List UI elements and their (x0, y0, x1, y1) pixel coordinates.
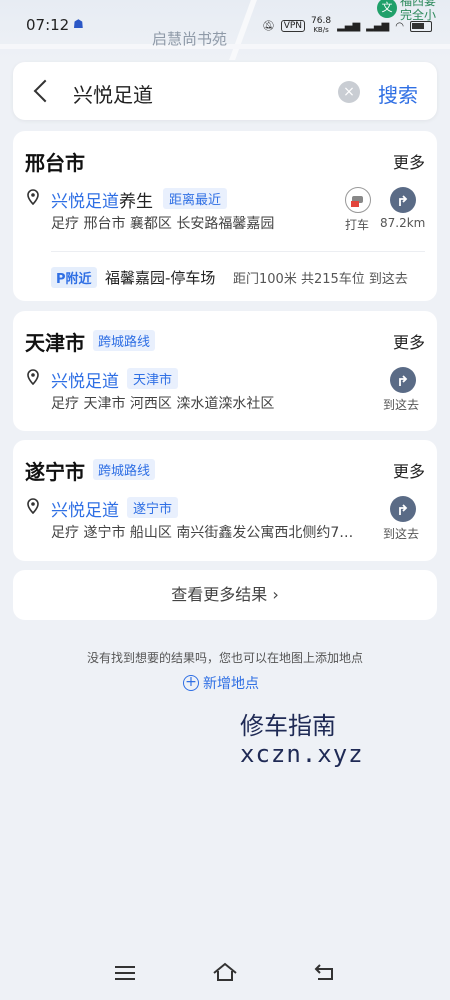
divider (51, 251, 425, 252)
parking-info[interactable]: 距门100米 共215车位 到这去 (233, 268, 408, 287)
poi-name[interactable]: 兴悦足道 (51, 496, 119, 521)
status-icons: 🔕︎ VPN 76.8 KB/s ▂▄▆ ▂▄▆ ◠ (262, 17, 432, 35)
system-nav-bar (0, 950, 450, 1000)
city-title: 天津市 (25, 331, 85, 355)
notification-icon: ☗ (73, 17, 84, 31)
route-label[interactable]: 到这去 (383, 396, 419, 413)
poi-name-rest: 养生 (119, 192, 153, 212)
route-button[interactable] (390, 496, 416, 522)
wifi-icon: ◠ (395, 20, 404, 32)
search-button[interactable]: 搜索 (378, 79, 418, 108)
watermark-line1: 修车指南 (240, 712, 336, 740)
net-speed: 76.8 KB/s (311, 17, 331, 35)
search-bar: 兴悦足道 × 搜索 (13, 62, 437, 120)
poi-address: 足疗 天津市 河西区 滦水道滦水社区 (51, 396, 275, 412)
parking-badge: P附近 (51, 267, 97, 288)
location-pin-icon (27, 498, 39, 514)
add-place-button[interactable]: + 新增地点 (183, 673, 259, 693)
home-icon[interactable] (212, 962, 238, 982)
more-button[interactable]: 更多 (393, 458, 425, 482)
more-button[interactable]: 更多 (393, 329, 425, 353)
parking-name[interactable]: 福馨嘉园-停车场 (105, 267, 215, 288)
hint-text: 没有找到想要的结果吗，您也可以在地图上添加地点 (86, 651, 363, 665)
clear-icon[interactable]: × (338, 81, 360, 103)
recent-apps-icon[interactable] (115, 966, 135, 980)
net-speed-value: 76.8 (311, 16, 332, 26)
taxi-label[interactable]: 打车 (345, 216, 369, 233)
distance-label[interactable]: 87.2km (380, 216, 425, 230)
taxi-button[interactable] (345, 187, 371, 213)
poi-name[interactable]: 兴悦足道养生 (51, 187, 153, 212)
poi-tag: 天津市 (127, 368, 179, 389)
cross-city-tag: 跨城路线 (93, 330, 156, 351)
result-group-xingtai: 邢台市 更多 兴悦足道养生 距离最近 足疗 邢台市 襄都区 长安路福馨嘉园 打车… (13, 131, 437, 301)
route-button[interactable] (390, 367, 416, 393)
status-bar: 07:12 ☗ 🔕︎ VPN 76.8 KB/s ▂▄▆ ▂▄▆ ◠ (0, 14, 450, 38)
plus-circle-icon: + (183, 675, 199, 691)
more-results-button[interactable]: 查看更多结果 › (13, 570, 437, 620)
mute-icon: 🔕︎ (262, 20, 275, 32)
location-pin-icon (27, 189, 39, 205)
result-group-tianjin: 天津市 跨城路线 更多 兴悦足道 天津市 足疗 天津市 河西区 滦水道滦水社区 … (13, 311, 437, 431)
poi-address: 足疗 邢台市 襄都区 长安路福馨嘉园 (51, 216, 275, 232)
route-arrow-icon (399, 504, 408, 515)
more-button[interactable]: 更多 (393, 149, 425, 173)
route-arrow-icon (399, 195, 408, 206)
poi-tag: 遂宁市 (127, 497, 179, 518)
location-pin-icon (27, 369, 39, 385)
taxi-icon (351, 196, 363, 207)
back-nav-icon[interactable] (314, 962, 336, 982)
route-button[interactable] (390, 187, 416, 213)
net-speed-unit: KB/s (313, 26, 329, 34)
signal-icon-2: ▂▄▆ (366, 20, 390, 32)
add-place-label: 新增地点 (203, 676, 259, 692)
back-icon[interactable] (31, 78, 55, 104)
route-arrow-icon (399, 375, 408, 386)
status-time: 07:12 (26, 16, 70, 34)
poi-name[interactable]: 兴悦足道 (51, 367, 119, 392)
city-title: 遂宁市 (25, 460, 85, 484)
search-input[interactable]: 兴悦足道 (73, 79, 153, 108)
poi-tag: 距离最近 (163, 188, 228, 209)
city-title: 邢台市 (25, 151, 85, 175)
poi-name-highlight: 兴悦足道 (51, 192, 119, 212)
result-group-suining: 遂宁市 跨城路线 更多 兴悦足道 遂宁市 足疗 遂宁市 船山区 南兴街鑫发公寓西… (13, 440, 437, 561)
watermark: 修车指南 xczn.xyz (240, 712, 364, 768)
route-label[interactable]: 到这去 (383, 525, 419, 542)
poi-address: 足疗 遂宁市 船山区 南兴街鑫发公寓西北侧约7… (51, 525, 354, 541)
battery-icon (409, 20, 432, 32)
watermark-line2: xczn.xyz (240, 740, 364, 768)
signal-icon: ▂▄▆ (337, 20, 361, 32)
vpn-icon: VPN (280, 20, 306, 32)
cross-city-tag: 跨城路线 (93, 459, 156, 480)
